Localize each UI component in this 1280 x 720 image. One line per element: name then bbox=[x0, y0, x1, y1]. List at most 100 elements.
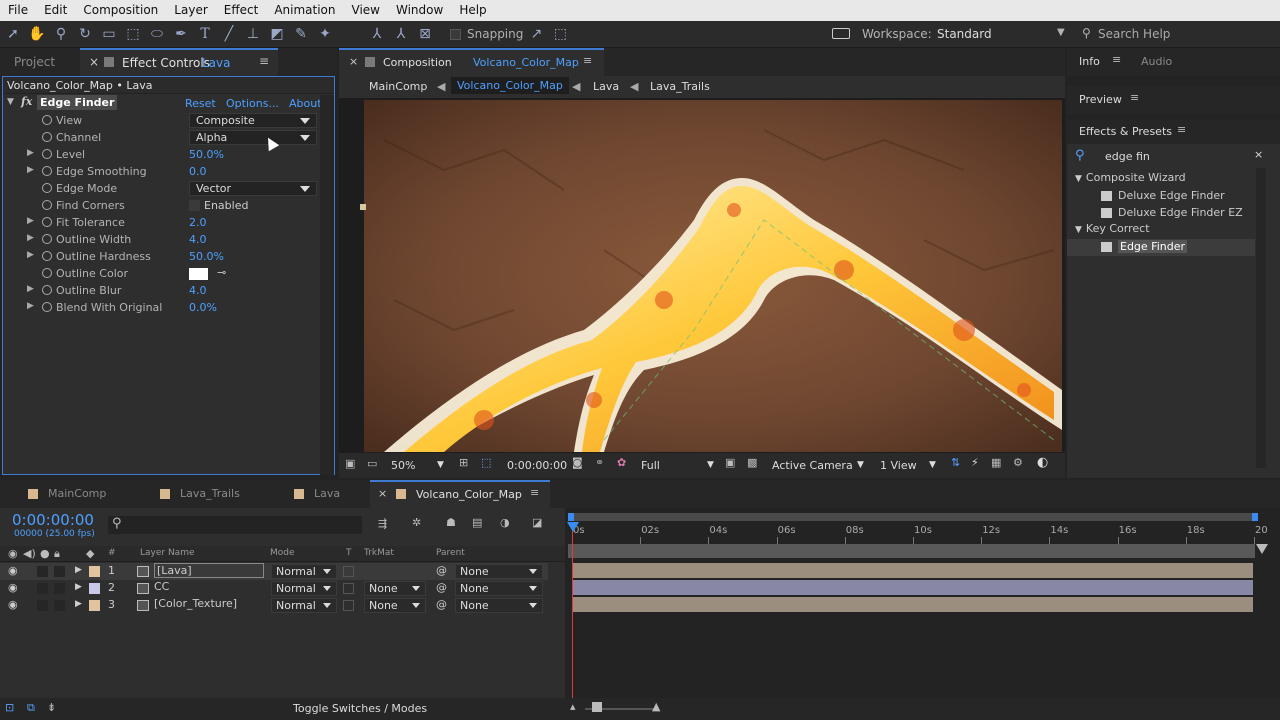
menu-help[interactable]: Help bbox=[451, 0, 494, 21]
stopwatch-icon[interactable] bbox=[42, 302, 52, 312]
prop-value-edge-smoothing[interactable]: 0.0 bbox=[189, 165, 207, 178]
expand-triangle-icon[interactable]: ▶ bbox=[27, 301, 34, 311]
expand-triangle-icon[interactable]: ▶ bbox=[27, 284, 34, 294]
tab-project[interactable]: Project bbox=[14, 55, 55, 69]
tab-info[interactable]: Info bbox=[1079, 55, 1100, 68]
lock-icon[interactable] bbox=[365, 57, 375, 67]
solo-toggle[interactable] bbox=[37, 583, 48, 594]
outline-color-swatch[interactable] bbox=[189, 268, 208, 280]
timeline-layer-row[interactable]: ◉ ▶ 3 [Color_Texture] Normal None @ None bbox=[0, 597, 548, 614]
axis-local-icon[interactable]: ⅄ bbox=[366, 23, 388, 45]
expand-triangle-icon[interactable]: ▼ bbox=[1075, 225, 1082, 235]
panel-menu-icon[interactable]: ≡ bbox=[1112, 53, 1121, 66]
label-color-swatch[interactable] bbox=[89, 566, 100, 577]
stopwatch-icon[interactable] bbox=[42, 268, 52, 278]
pan-behind-tool-icon[interactable]: ⬚ bbox=[122, 23, 144, 45]
solo-toggle[interactable] bbox=[37, 566, 48, 577]
effects-search-input[interactable]: edge fin bbox=[1105, 150, 1150, 163]
layer-duration-bar[interactable] bbox=[572, 597, 1253, 612]
hand-tool-icon[interactable]: ✋ bbox=[26, 23, 48, 45]
layer-duration-bar[interactable] bbox=[572, 580, 1253, 595]
layer-parent-select[interactable]: None bbox=[455, 564, 543, 579]
snapshot-icon[interactable]: ◙ bbox=[572, 456, 583, 469]
view-layout-chevron-down-icon[interactable]: ▼ bbox=[929, 460, 936, 470]
zoom-tool-icon[interactable]: ⚲ bbox=[50, 23, 72, 45]
graph-editor-icon[interactable]: ◪ bbox=[532, 516, 542, 529]
tab-audio[interactable]: Audio bbox=[1141, 55, 1172, 68]
ec-scrollbar[interactable] bbox=[320, 95, 334, 475]
workspace-icon[interactable] bbox=[832, 28, 850, 39]
panel-menu-icon[interactable]: ≡ bbox=[1130, 91, 1139, 104]
layer-parent-select[interactable]: None bbox=[455, 581, 543, 596]
playhead-icon[interactable] bbox=[567, 522, 579, 532]
expand-triangle-icon[interactable]: ▶ bbox=[27, 233, 34, 243]
rotate-tool-icon[interactable]: ↻ bbox=[74, 23, 96, 45]
breadcrumb-lava-trails[interactable]: Lava_Trails bbox=[650, 80, 710, 93]
zoom-chevron-down-icon[interactable]: ▼ bbox=[437, 460, 444, 470]
effects-scrollbar[interactable] bbox=[1256, 168, 1266, 468]
composition-viewer[interactable] bbox=[364, 100, 1062, 452]
navigator-start-handle[interactable] bbox=[568, 513, 574, 521]
work-area-bar[interactable] bbox=[568, 544, 1255, 558]
timeline-current-time[interactable]: 0:00:00:00 bbox=[12, 511, 94, 529]
stopwatch-icon[interactable] bbox=[42, 183, 52, 193]
prop-value-fit-tolerance[interactable]: 2.0 bbox=[189, 216, 207, 229]
label-color-swatch[interactable] bbox=[89, 600, 100, 611]
view-layout-select[interactable]: 1 View bbox=[880, 459, 917, 472]
menu-animation[interactable]: Animation bbox=[266, 0, 343, 21]
fast-previews-icon[interactable]: ⚡ bbox=[971, 456, 979, 469]
layer-duration-bar[interactable] bbox=[572, 563, 1253, 578]
region-of-interest-icon[interactable]: ⊞ bbox=[459, 456, 468, 469]
camera-select[interactable]: Active Camera bbox=[772, 459, 853, 472]
camera-chevron-down-icon[interactable]: ▼ bbox=[857, 460, 864, 470]
stopwatch-icon[interactable] bbox=[42, 200, 52, 210]
tab-composition[interactable]: × Composition Volcano_Color_Map ≡ bbox=[339, 48, 604, 76]
effect-options-link[interactable]: Options... bbox=[226, 97, 279, 110]
layer-mode-select[interactable]: Normal bbox=[271, 564, 337, 579]
expand-triangle-icon[interactable]: ▶ bbox=[75, 599, 82, 609]
layer-name-header[interactable]: Layer Name bbox=[140, 548, 195, 558]
timeline-icon[interactable]: ▦ bbox=[991, 456, 1001, 469]
stopwatch-icon[interactable] bbox=[42, 251, 52, 261]
fx-item[interactable]: Edge Finder bbox=[1067, 239, 1255, 256]
preserve-transparency-checkbox[interactable] bbox=[343, 583, 354, 594]
pick-whip-icon[interactable]: @ bbox=[436, 564, 447, 577]
pick-whip-icon[interactable]: @ bbox=[436, 598, 447, 611]
toggle-switches-modes[interactable]: Toggle Switches / Modes bbox=[293, 702, 427, 715]
color-channel-icon[interactable]: ✿ bbox=[617, 456, 626, 469]
close-icon[interactable]: × bbox=[349, 55, 358, 68]
axis-world-icon[interactable]: ⅄ bbox=[390, 23, 412, 45]
menu-composition[interactable]: Composition bbox=[75, 0, 166, 21]
lock-toggle[interactable] bbox=[54, 566, 65, 577]
expand-triangle-icon[interactable]: ▶ bbox=[75, 582, 82, 592]
comp-mini-flowchart-icon[interactable]: ⇶ bbox=[378, 517, 387, 530]
preserve-transparency-checkbox[interactable] bbox=[343, 600, 354, 611]
workspace-chevron-down-icon[interactable]: ▼ bbox=[1057, 27, 1065, 38]
type-tool-icon[interactable]: T bbox=[194, 23, 216, 45]
prop-dropdown-edge-mode[interactable]: Vector bbox=[189, 181, 317, 196]
label-color-swatch[interactable] bbox=[89, 583, 100, 594]
search-help-field[interactable]: Search Help bbox=[1098, 27, 1170, 41]
stopwatch-icon[interactable] bbox=[42, 132, 52, 142]
layer-mode-select[interactable]: Normal bbox=[271, 598, 337, 613]
layer-trkmat-select[interactable]: None bbox=[364, 581, 426, 596]
stopwatch-icon[interactable] bbox=[42, 217, 52, 227]
menu-effect[interactable]: Effect bbox=[216, 0, 267, 21]
transfer-controls-icon[interactable]: ⧉ bbox=[27, 701, 35, 715]
expand-triangle-icon[interactable]: ▶ bbox=[27, 148, 34, 158]
menu-window[interactable]: Window bbox=[388, 0, 451, 21]
resolution-select[interactable]: Full bbox=[641, 459, 660, 472]
work-area-navigator[interactable] bbox=[568, 513, 1258, 521]
timeline-zoom-handle[interactable] bbox=[592, 702, 602, 712]
tab-volcano-color-map[interactable]: × Volcano_Color_Map ≡ bbox=[370, 480, 550, 508]
solo-toggle[interactable] bbox=[37, 600, 48, 611]
reset-exposure-icon[interactable]: ◐ bbox=[1037, 455, 1048, 470]
layer-parent-select[interactable]: None bbox=[455, 598, 543, 613]
timeline-layer-row[interactable]: ◉ ▶ 1 [Lava] Normal @ None bbox=[0, 563, 548, 580]
fx-item[interactable]: Deluxe Edge Finder EZ bbox=[1067, 205, 1255, 222]
axis-view-icon[interactable]: ⊠ bbox=[414, 23, 436, 45]
tab-lava-trails[interactable]: Lava_Trails bbox=[180, 487, 240, 500]
eye-icon[interactable]: ◉ bbox=[8, 581, 18, 594]
expand-triangle-icon[interactable]: ▼ bbox=[1075, 174, 1082, 184]
brush-tool-icon[interactable]: ╱ bbox=[218, 23, 240, 45]
